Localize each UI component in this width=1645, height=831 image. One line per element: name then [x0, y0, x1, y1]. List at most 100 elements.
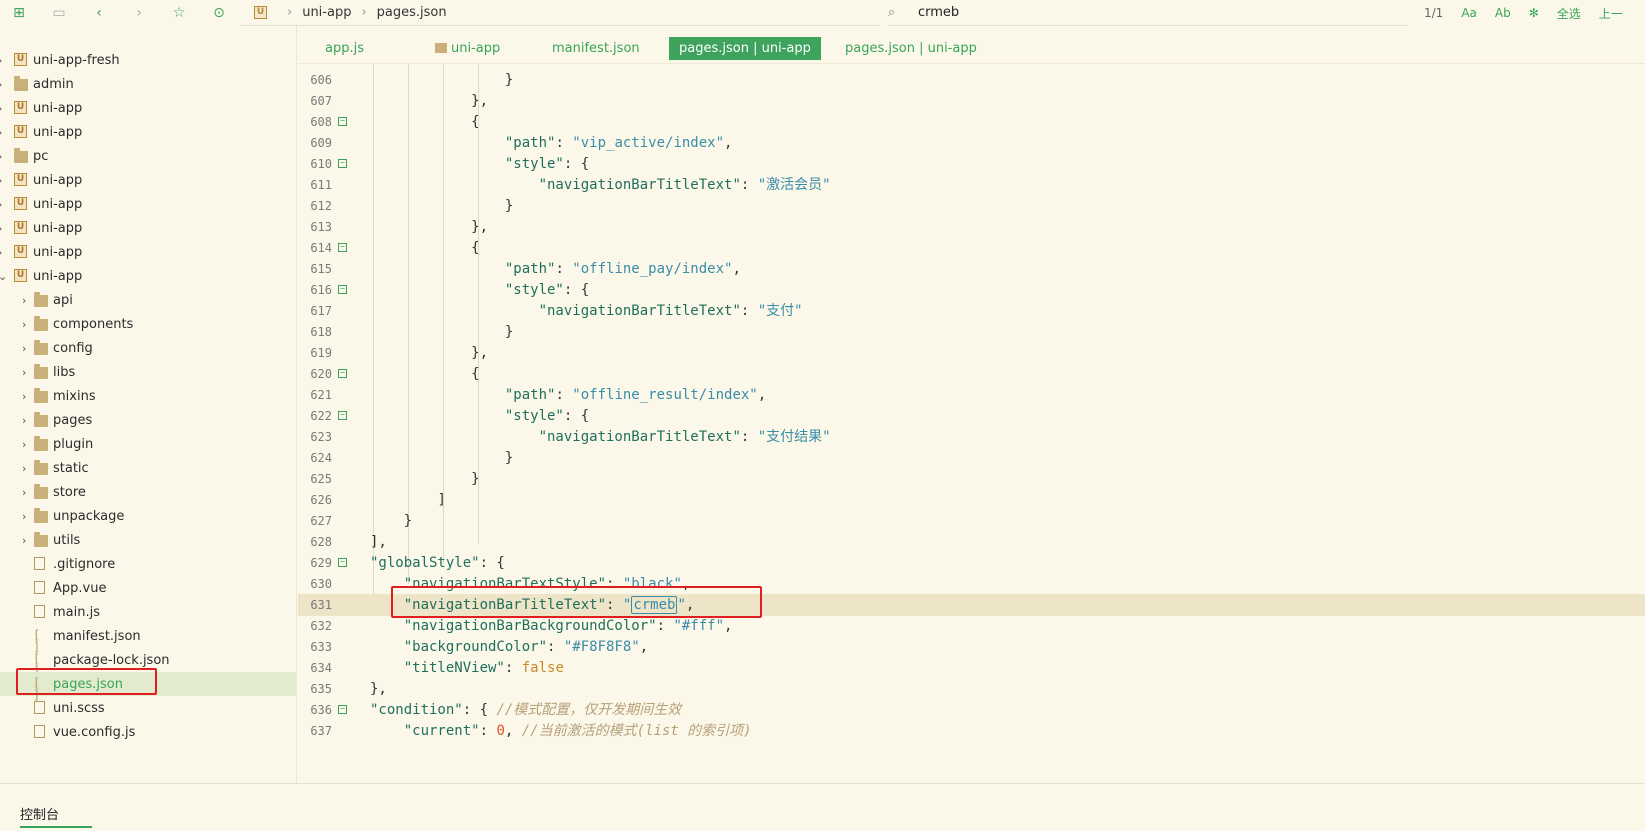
sidebar-item[interactable]: › Uuni-app	[0, 168, 296, 192]
sidebar-item[interactable]: › pages	[0, 408, 296, 432]
sidebar-item[interactable]: ⌄ Uuni-app	[0, 264, 296, 288]
sidebar-item[interactable]: › utils	[0, 528, 296, 552]
sidebar-item[interactable]: › admin	[0, 72, 296, 96]
chevron-right-icon[interactable]: ›	[22, 534, 26, 547]
chevron-right-icon[interactable]: ›	[0, 174, 2, 187]
code-line[interactable]: 606 }	[298, 69, 1645, 91]
chevron-right-icon[interactable]: ›	[0, 102, 2, 115]
chevron-right-icon[interactable]: ›	[22, 366, 26, 379]
code-line[interactable]: 611 "navigationBarTitleText": "激活会员"	[298, 174, 1645, 196]
code-line[interactable]: 620− {	[298, 363, 1645, 385]
breadcrumb-file[interactable]: pages.json	[377, 5, 447, 20]
code-line[interactable]: 627 }	[298, 510, 1645, 532]
chevron-right-icon[interactable]: ›	[0, 78, 2, 91]
sidebar-item[interactable]: › Uuni-app	[0, 96, 296, 120]
case-sensitive-button[interactable]: Aa	[1461, 6, 1477, 20]
back-icon[interactable]: ‹	[88, 2, 110, 24]
chevron-right-icon[interactable]: ›	[22, 342, 26, 355]
run-icon[interactable]: ⊙	[208, 2, 230, 24]
sidebar-item[interactable]: › plugin	[0, 432, 296, 456]
chevron-right-icon[interactable]: ›	[22, 318, 26, 331]
sidebar-item[interactable]: › pc	[0, 144, 296, 168]
search-input[interactable]: crmeb	[918, 5, 959, 20]
code-line[interactable]: 631 "navigationBarTitleText": " crmeb ",	[298, 594, 1645, 616]
sidebar-item[interactable]: [ ] package-lock.json	[0, 648, 296, 678]
code-line[interactable]: 618 }	[298, 321, 1645, 343]
code-line[interactable]: 622− "style": {	[298, 405, 1645, 427]
search-bar[interactable]: ⌕ crmeb	[888, 0, 1408, 26]
tab-uni-app[interactable]: uni-app	[435, 37, 500, 60]
code-line[interactable]: 628],	[298, 531, 1645, 553]
sidebar-item[interactable]: › libs	[0, 360, 296, 384]
chevron-right-icon[interactable]: ›	[22, 390, 26, 403]
code-line[interactable]: 608− {	[298, 111, 1645, 133]
sidebar-item[interactable]: › static	[0, 456, 296, 480]
code-line[interactable]: 607 },	[298, 90, 1645, 112]
tab-console[interactable]: 控制台	[20, 804, 92, 828]
fold-toggle-icon[interactable]: −	[338, 243, 347, 252]
chevron-right-icon[interactable]: ›	[22, 486, 26, 499]
chevron-right-icon[interactable]: ›	[0, 54, 2, 67]
code-line[interactable]: 612 }	[298, 195, 1645, 217]
code-line[interactable]: 615 "path": "offline_pay/index",	[298, 258, 1645, 280]
code-line[interactable]: 630 "navigationBarTextStyle": "black",	[298, 573, 1645, 595]
code-line[interactable]: 633 "backgroundColor": "#F8F8F8",	[298, 636, 1645, 658]
sidebar-item[interactable]: › Uuni-app-fresh	[0, 48, 296, 72]
tab-pages-json-active[interactable]: pages.json | uni-app	[669, 37, 821, 60]
code-line[interactable]: 610− "style": {	[298, 153, 1645, 175]
fold-toggle-icon[interactable]: −	[338, 159, 347, 168]
code-line[interactable]: 625 }	[298, 468, 1645, 490]
chevron-right-icon[interactable]: ›	[22, 462, 26, 475]
star-icon[interactable]: ☆	[168, 2, 190, 24]
whole-word-button[interactable]: Ab	[1495, 6, 1511, 20]
chevron-right-icon[interactable]: ›	[0, 222, 2, 235]
fold-toggle-icon[interactable]: −	[338, 117, 347, 126]
code-line[interactable]: 614− {	[298, 237, 1645, 259]
chevron-right-icon[interactable]: ›	[22, 414, 26, 427]
regex-icon[interactable]: ✻	[1529, 6, 1539, 20]
sidebar-item[interactable]: App.vue	[0, 576, 296, 600]
code-line[interactable]: 632 "navigationBarBackgroundColor": "#ff…	[298, 615, 1645, 637]
chevron-right-icon[interactable]: ›	[22, 510, 26, 523]
tab-manifest-json[interactable]: manifest.json	[552, 37, 640, 60]
code-line[interactable]: 621 "path": "offline_result/index",	[298, 384, 1645, 406]
code-line[interactable]: 616− "style": {	[298, 279, 1645, 301]
sidebar-item[interactable]: uni.scss	[0, 696, 296, 720]
chevron-down-icon[interactable]: ⌄	[0, 270, 7, 283]
code-editor[interactable]: 606 } 607 }, 608− {609 "path": "vip_active…	[298, 64, 1645, 783]
sidebar-item[interactable]: › unpackage	[0, 504, 296, 528]
save-icon[interactable]: ▭	[48, 2, 70, 24]
select-all-button[interactable]: 全选	[1557, 5, 1581, 22]
code-line[interactable]: 626 ]	[298, 489, 1645, 511]
tab-pages-json[interactable]: pages.json | uni-app	[845, 37, 977, 60]
forward-icon[interactable]: ›	[128, 2, 150, 24]
sidebar-item[interactable]: › mixins	[0, 384, 296, 408]
code-line[interactable]: 634 "titleNView": false	[298, 657, 1645, 679]
fold-toggle-icon[interactable]: −	[338, 369, 347, 378]
code-line[interactable]: 623 "navigationBarTitleText": "支付结果"	[298, 426, 1645, 448]
code-line[interactable]: 629− "globalStyle": {	[298, 552, 1645, 574]
code-line[interactable]: 617 "navigationBarTitleText": "支付"	[298, 300, 1645, 322]
sidebar-item[interactable]: [ ] pages.json	[0, 672, 296, 701]
sidebar-item[interactable]: › Uuni-app	[0, 120, 296, 144]
sidebar-item[interactable]: › api	[0, 288, 296, 312]
code-line[interactable]: 619 },	[298, 342, 1645, 364]
chevron-right-icon[interactable]: ›	[0, 150, 2, 163]
fold-toggle-icon[interactable]: −	[338, 705, 347, 714]
sidebar-item[interactable]: vue.config.js	[0, 720, 296, 744]
sidebar-item[interactable]: › store	[0, 480, 296, 504]
sidebar-item[interactable]: › Uuni-app	[0, 192, 296, 216]
code-line[interactable]: 613 },	[298, 216, 1645, 238]
chevron-right-icon[interactable]: ›	[0, 126, 2, 139]
chevron-right-icon[interactable]: ›	[22, 438, 26, 451]
code-line[interactable]: 635},	[298, 678, 1645, 700]
code-line[interactable]: 624 }	[298, 447, 1645, 469]
previous-button[interactable]: 上一	[1599, 5, 1623, 22]
chevron-right-icon[interactable]: ›	[22, 294, 26, 307]
fold-toggle-icon[interactable]: −	[338, 558, 347, 567]
code-line[interactable]: 609 "path": "vip_active/index",	[298, 132, 1645, 154]
sidebar-item[interactable]: › config	[0, 336, 296, 360]
breadcrumb-project[interactable]: uni-app	[302, 5, 351, 20]
new-file-icon[interactable]: ⊞	[8, 2, 30, 24]
sidebar-item[interactable]: › Uuni-app	[0, 216, 296, 240]
